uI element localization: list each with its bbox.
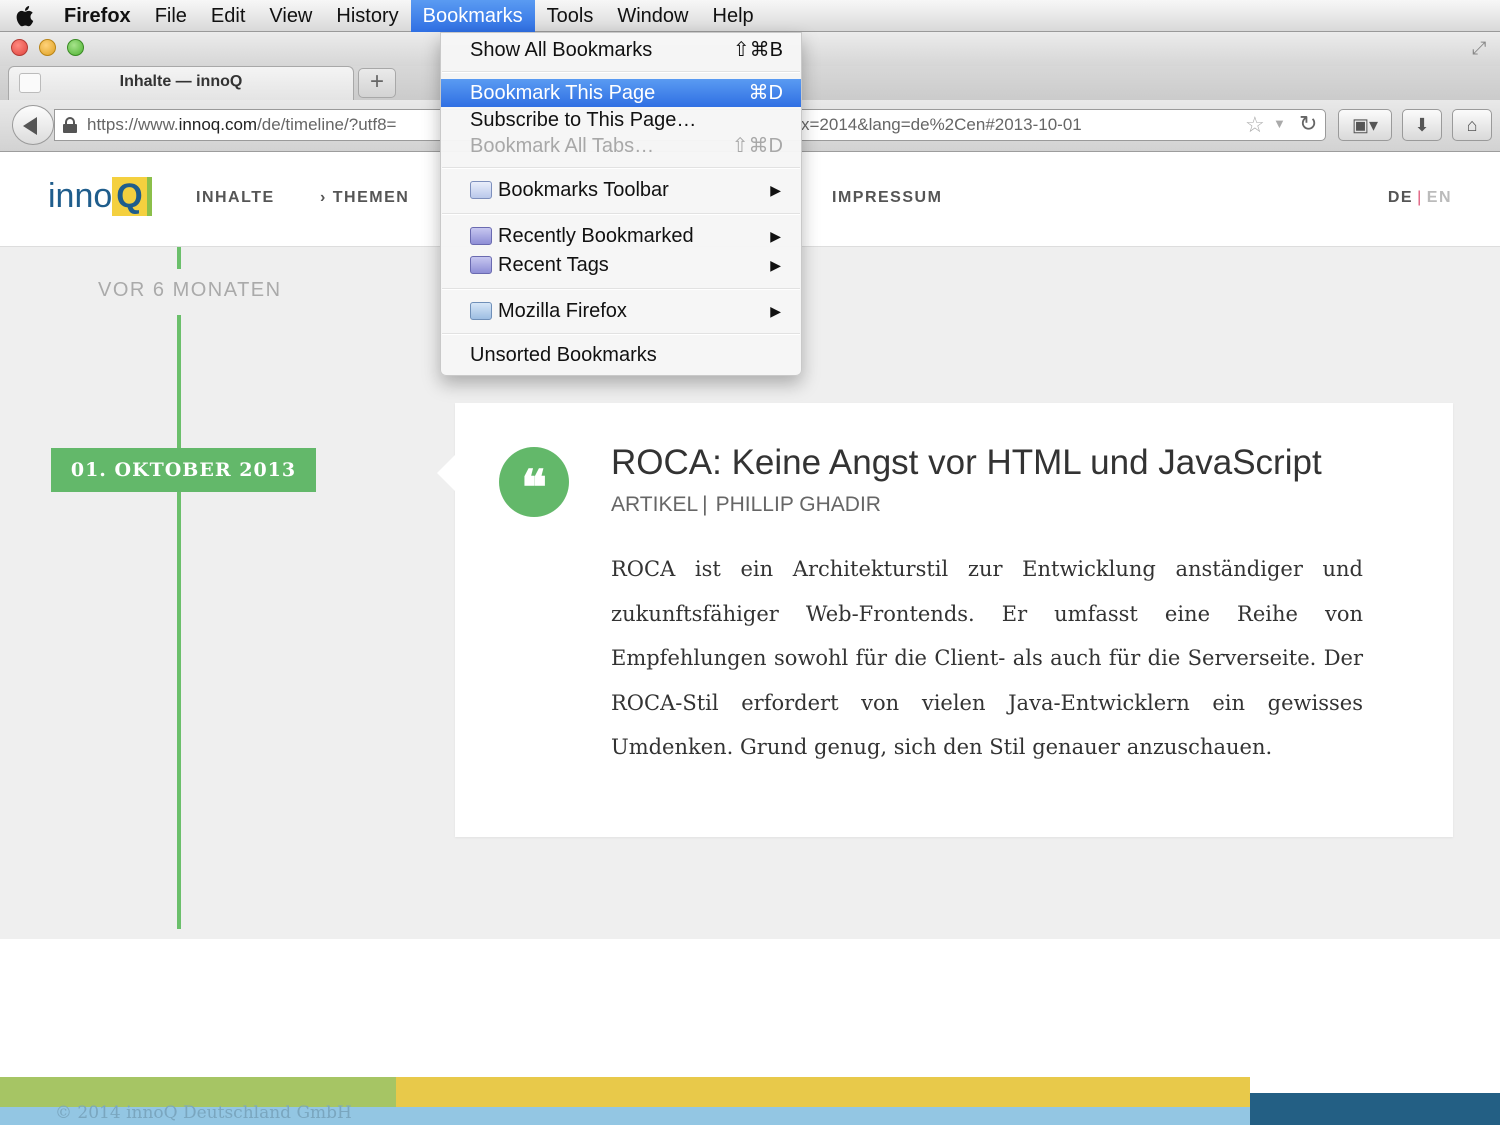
time-ago-label: VOR 6 MONATEN (98, 279, 282, 301)
nav-themen[interactable]: › THEMEN (320, 189, 409, 207)
menu-item-bookmark-all-tabs: Bookmark All Tabs… ⇧⌘D (441, 132, 801, 160)
home-button[interactable]: ⌂ (1452, 109, 1492, 141)
menu-tools[interactable]: Tools (535, 0, 606, 32)
menu-bookmarks[interactable]: Bookmarks (410, 0, 535, 32)
menu-firefox[interactable]: Firefox (52, 0, 143, 32)
back-button[interactable] (12, 105, 54, 145)
home-icon: ⌂ (1466, 115, 1478, 135)
menu-item-label: Subscribe to This Page… (470, 109, 697, 131)
menu-item-label: Mozilla Firefox (498, 300, 627, 322)
menu-file[interactable]: File (143, 0, 199, 32)
menu-help[interactable]: Help (701, 0, 766, 32)
lang-de[interactable]: DE (1388, 189, 1413, 206)
menu-bar: Firefox File Edit View History Bookmarks… (0, 0, 1500, 32)
bookmarks-dropdown-menu: Show All Bookmarks ⇧⌘B Bookmark This Pag… (440, 32, 802, 376)
menu-item-unsorted-bookmarks[interactable]: Unsorted Bookmarks (441, 341, 801, 369)
shortcut-label: ⇧⌘B (732, 39, 783, 61)
smart-folder-icon (470, 256, 492, 274)
menu-item-show-all-bookmarks[interactable]: Show All Bookmarks ⇧⌘B (441, 36, 801, 64)
shortcut-label: ⌘D (748, 82, 783, 104)
zoom-window-button[interactable] (67, 39, 84, 56)
lang-en[interactable]: EN (1427, 189, 1452, 206)
fullscreen-icon[interactable]: ⤢ (1472, 38, 1494, 60)
date-badge: 01. OKTOBER 2013 (51, 448, 316, 492)
reload-icon[interactable]: ↻ (1299, 111, 1317, 137)
folder-icon (470, 302, 492, 320)
close-window-button[interactable] (11, 39, 28, 56)
new-tab-button[interactable]: + (358, 68, 396, 98)
bookmarks-toolbar-icon (470, 181, 492, 199)
article-teaser: ROCA ist ein Architekturstil zur Entwick… (611, 557, 1363, 759)
menu-item-label: Show All Bookmarks (470, 39, 653, 61)
download-arrow-icon: ⬇ (1414, 115, 1430, 135)
menu-separator (442, 288, 800, 290)
tab-title: Inhalte — innoQ (119, 73, 243, 90)
quote-icon: ❝ (499, 447, 569, 517)
url-text-left: https://www.innoq.com/de/timeline/?utf8= (87, 115, 397, 134)
screenshot-toolbar-button[interactable]: ▣▾ (1338, 109, 1392, 141)
menu-edit[interactable]: Edit (199, 0, 257, 32)
menu-item-label: Bookmarks Toolbar (498, 179, 669, 201)
menu-item-recently-bookmarked[interactable]: Recently Bookmarked ▶ (441, 222, 801, 250)
lang-separator: | (1417, 189, 1423, 206)
menu-item-subscribe[interactable]: Subscribe to This Page… (441, 106, 801, 134)
menu-item-bookmarks-toolbar[interactable]: Bookmarks Toolbar ▶ (441, 176, 801, 204)
menu-item-label: Recently Bookmarked (498, 225, 694, 247)
submenu-arrow-icon: ▶ (770, 182, 781, 198)
menu-item-recent-tags[interactable]: Recent Tags ▶ (441, 251, 801, 279)
url-text-right: x=2014&lang=de%2Cen#2013-10-01 (801, 115, 1082, 134)
innoq-logo[interactable]: inno Q (48, 177, 152, 221)
article-type: ARTIKEL (611, 493, 699, 516)
submenu-arrow-icon: ▶ (770, 228, 781, 244)
menu-item-label: Bookmark All Tabs… (470, 135, 655, 157)
article-card[interactable]: ❝ ROCA: Keine Angst vor HTML und JavaScr… (437, 403, 1453, 837)
bookmark-star-icon[interactable]: ☆ (1245, 112, 1265, 138)
submenu-arrow-icon: ▶ (770, 257, 781, 273)
menu-separator (442, 333, 800, 335)
menu-item-mozilla-firefox[interactable]: Mozilla Firefox ▶ (441, 297, 801, 325)
apple-icon (16, 5, 34, 26)
camera-icon: ▣▾ (1351, 115, 1379, 135)
menu-separator (442, 71, 800, 73)
smart-folder-icon (470, 227, 492, 245)
lock-icon (63, 117, 77, 133)
meta-divider: | (702, 493, 708, 516)
menu-separator (442, 167, 800, 169)
menu-window[interactable]: Window (605, 0, 700, 32)
article-meta: ARTIKEL | PHILLIP GHADIR (611, 493, 881, 517)
menu-separator (442, 213, 800, 215)
nav-impressum[interactable]: IMPRESSUM (832, 189, 942, 207)
menu-item-bookmark-this-page[interactable]: Bookmark This Page ⌘D (441, 79, 801, 107)
copyright-text: © 2014 innoQ Deutschland GmbH (55, 1103, 352, 1123)
footer-stripe-blue (1250, 1093, 1500, 1125)
menu-item-label: Unsorted Bookmarks (470, 344, 657, 366)
shortcut-label: ⇧⌘D (731, 135, 783, 157)
article-author[interactable]: PHILLIP GHADIR (716, 493, 881, 516)
menu-view[interactable]: View (257, 0, 324, 32)
menu-history[interactable]: History (324, 0, 410, 32)
minimize-window-button[interactable] (39, 39, 56, 56)
language-switcher: DE | EN (1388, 189, 1452, 207)
article-title[interactable]: ROCA: Keine Angst vor HTML und JavaScrip… (611, 443, 1322, 483)
url-history-dropdown-icon[interactable]: ▼ (1273, 116, 1286, 131)
apple-menu[interactable] (0, 0, 52, 32)
menu-item-label: Recent Tags (498, 254, 609, 276)
tab-inhalte[interactable]: Inhalte — innoQ (8, 66, 354, 100)
timeline-line (177, 247, 181, 929)
submenu-arrow-icon: ▶ (770, 303, 781, 319)
downloads-button[interactable]: ⬇ (1402, 109, 1442, 141)
menu-item-label: Bookmark This Page (470, 82, 656, 104)
nav-inhalte[interactable]: INHALTE (196, 189, 275, 207)
